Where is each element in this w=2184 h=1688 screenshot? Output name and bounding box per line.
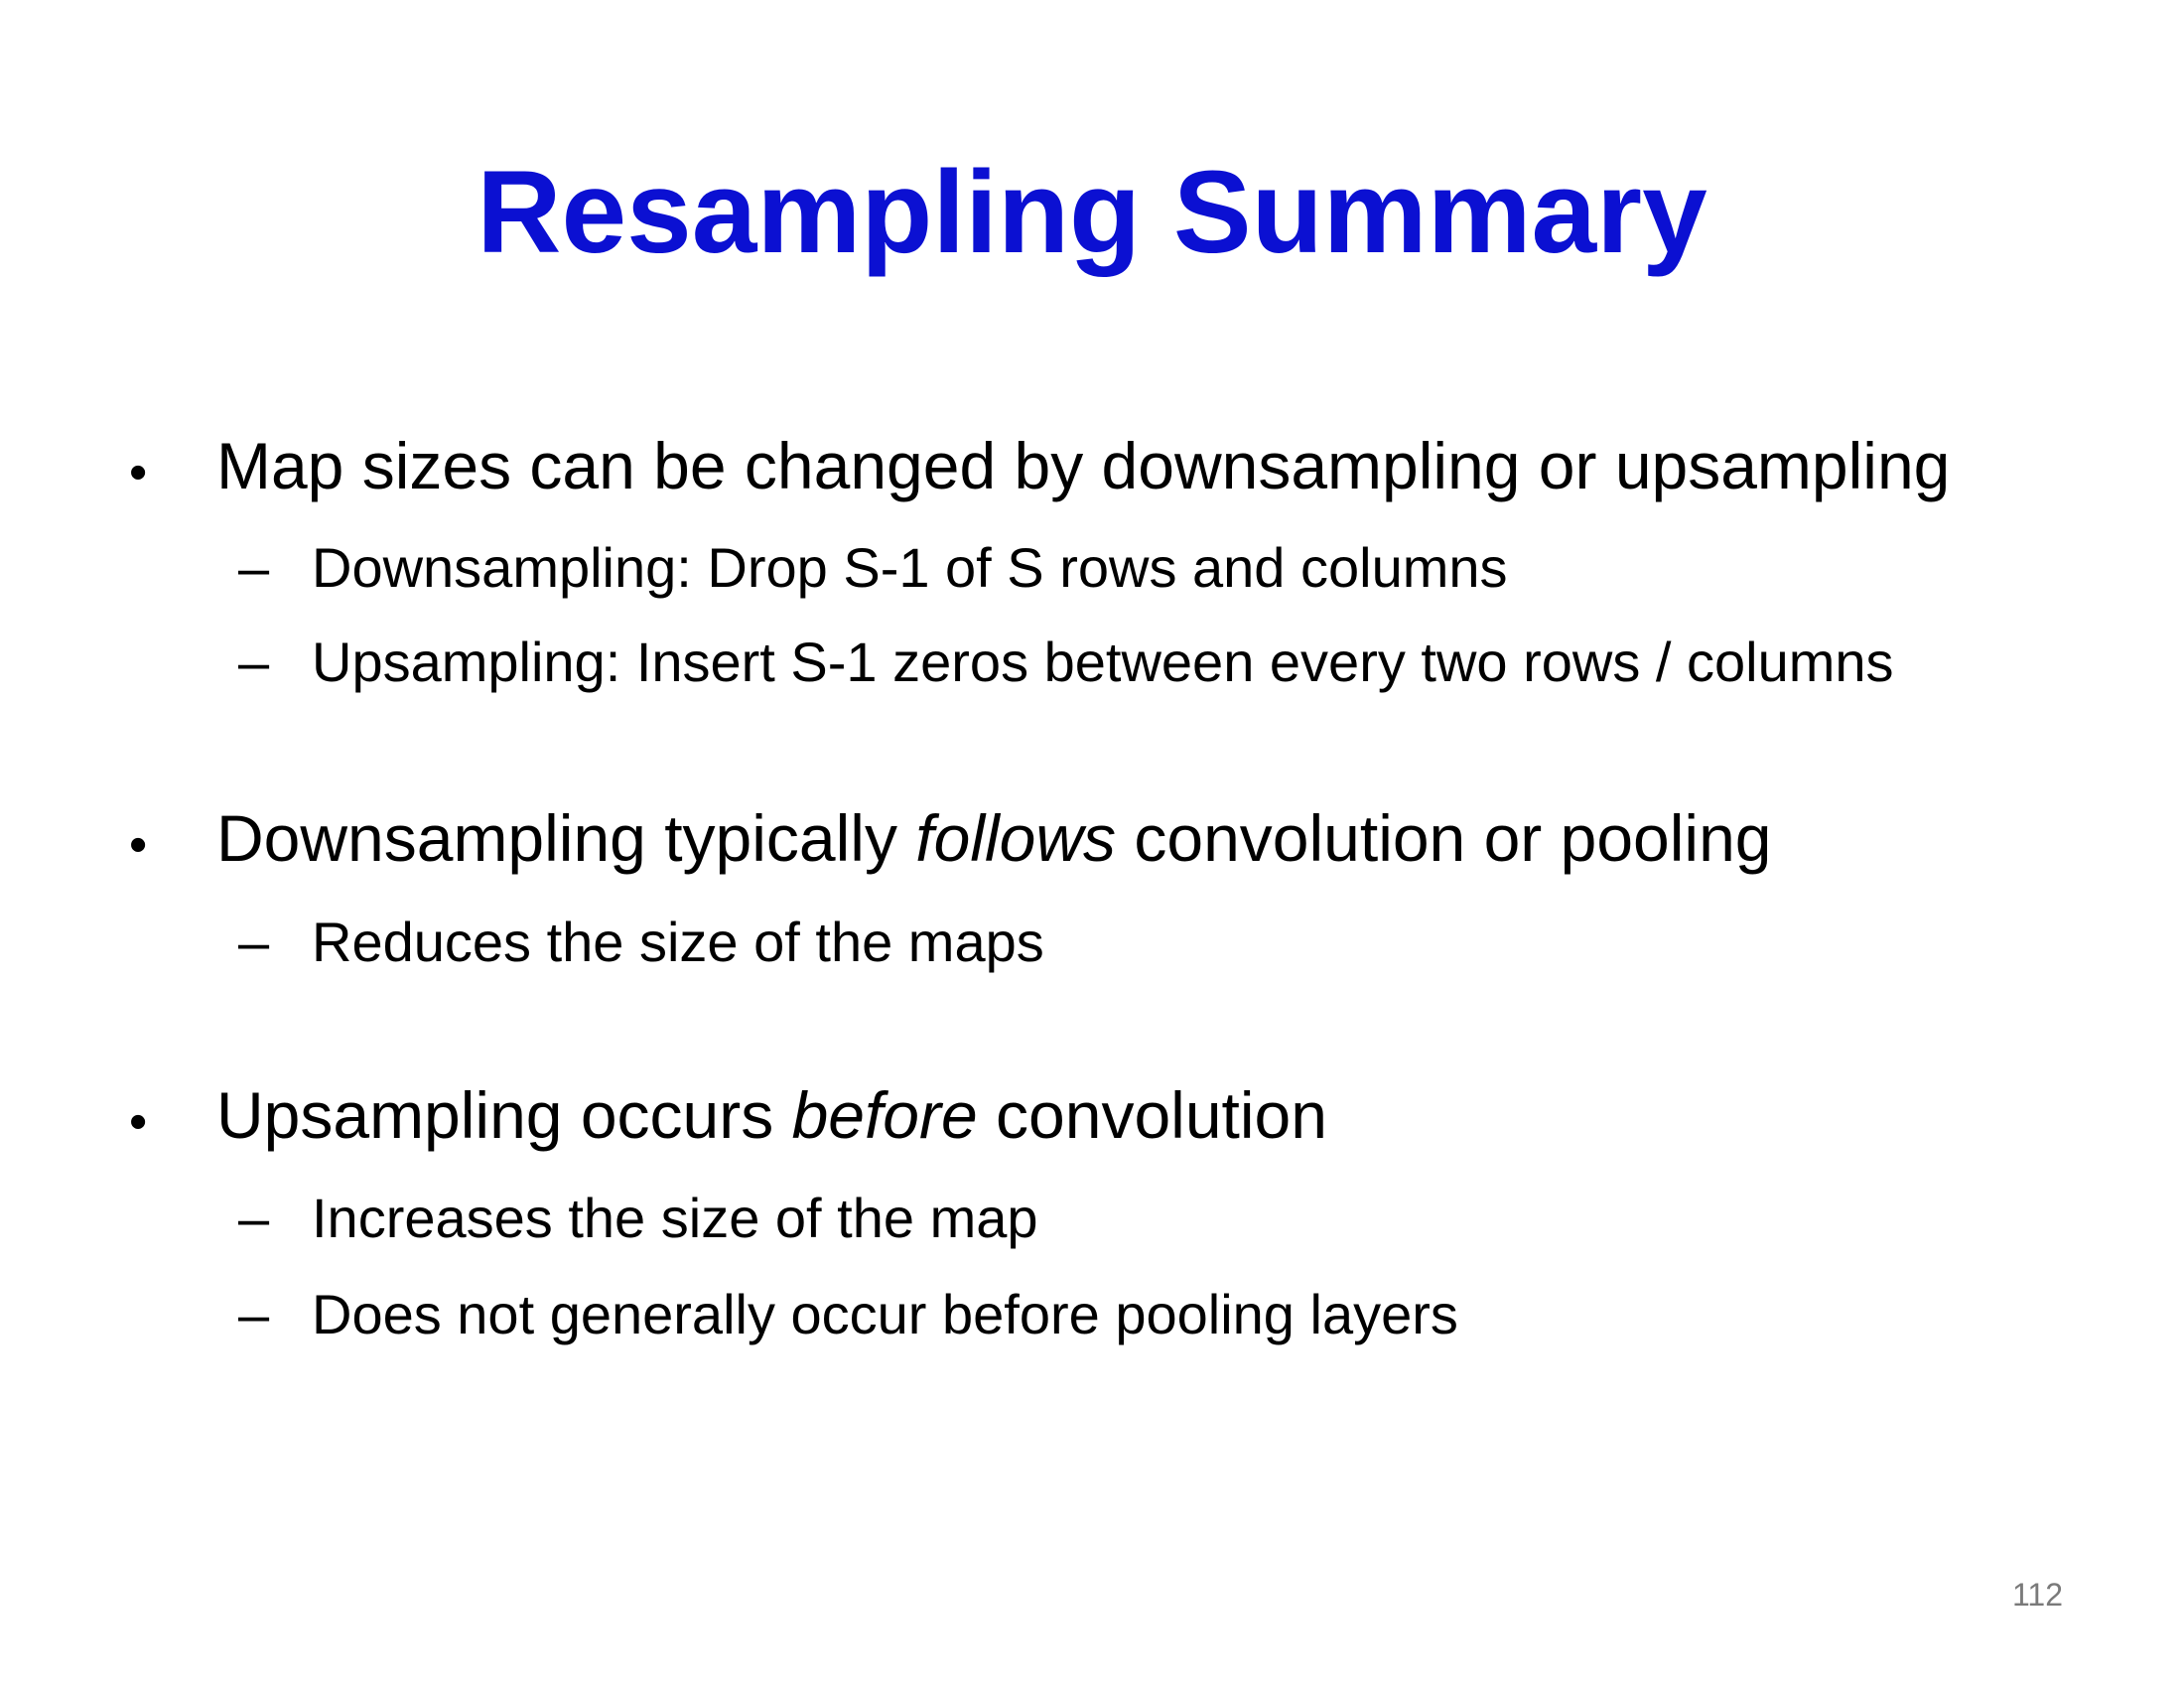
emphasis-text: before: [791, 1078, 978, 1152]
bullet-marker: •: [129, 444, 148, 501]
bullet-text: Map sizes can be changed by downsampling…: [216, 429, 1951, 502]
sub-bullet-text: Downsampling: Drop S-1 of S rows and col…: [312, 536, 1508, 599]
bullet-marker: •: [129, 816, 148, 874]
bullet-text: Upsampling occurs before convolution: [216, 1078, 1327, 1152]
sub-bullet-marker: –: [238, 911, 270, 973]
slide: Resampling Summary • Map sizes can be ch…: [0, 0, 2184, 1688]
sub-bullet-marker: –: [238, 631, 270, 693]
sub-bullet-text: Does not generally occur before pooling …: [312, 1283, 1458, 1345]
sub-bullet-marker: –: [238, 1187, 270, 1249]
emphasis-text: follows: [915, 801, 1117, 875]
sub-bullet-text: Upsampling: Insert S-1 zeros between eve…: [312, 631, 1894, 693]
slide-title: Resampling Summary: [477, 147, 1707, 278]
sub-bullet-text: Reduces the size of the maps: [312, 911, 1044, 973]
page-number: 112: [2011, 1577, 2063, 1613]
sub-bullet-text: Increases the size of the map: [312, 1187, 1038, 1249]
sub-bullet-marker: –: [238, 1283, 270, 1345]
bullet-text: Downsampling typically follows convoluti…: [216, 801, 1772, 875]
sub-bullet-marker: –: [238, 536, 270, 599]
bullet-marker: •: [129, 1093, 148, 1151]
